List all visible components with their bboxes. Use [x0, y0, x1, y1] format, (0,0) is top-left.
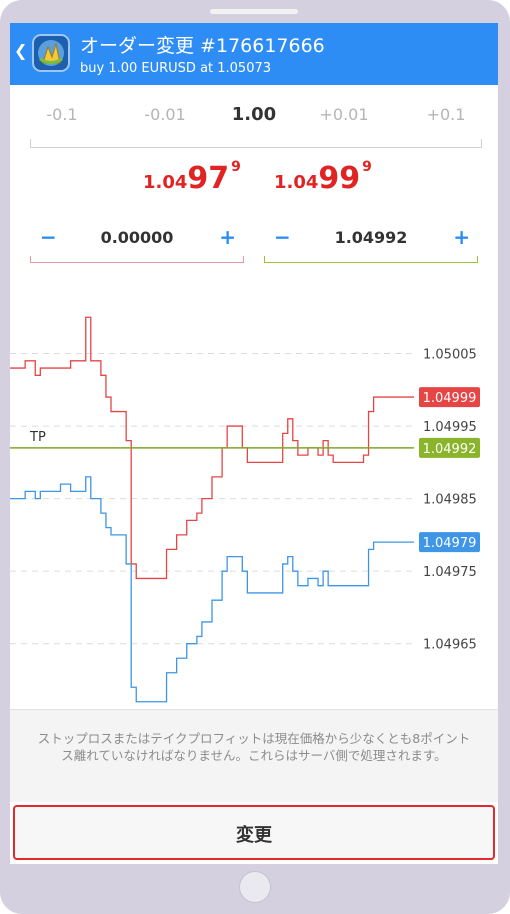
order-subtitle: buy 1.00 EURUSD at 1.05073 — [80, 61, 272, 76]
notice-text: ストップロスまたはテイクプロフィットは現在価格から少なくとも8ポイントス離れてい… — [37, 731, 471, 763]
stop-loss-increase-button[interactable]: + — [219, 225, 236, 249]
ask-price: 1.0499 9 — [274, 159, 372, 196]
metatrader-logo-icon — [32, 34, 70, 72]
ask-price-prefix: 1.04 — [274, 172, 319, 193]
stop-loss-underline — [30, 256, 244, 263]
volume-step-plus-0-01[interactable]: +0.01 — [304, 105, 384, 124]
modify-button[interactable]: 変更 — [13, 805, 495, 860]
price-chart[interactable]: 1.05005 1.04995 1.04985 1.04975 1.04965 TP 1.0… — [10, 281, 498, 709]
take-profit-field: − 1.04992 + — [264, 223, 478, 263]
take-profit-decrease-button[interactable]: − — [274, 225, 291, 249]
bid-price-prefix: 1.04 — [143, 172, 188, 193]
y-tick-label: 1.04965 — [423, 638, 477, 653]
tp-line-label: TP — [29, 430, 46, 445]
y-tick-label: 1.05005 — [423, 348, 477, 363]
app-screen: ❮ オーダー変更 #176617666 buy 1.00 EURUSD at 1… — [10, 23, 498, 864]
y-tick-label: 1.04985 — [423, 493, 477, 508]
ask-price-pips: 99 — [318, 161, 361, 196]
price-tag-label: 1.04979 — [423, 536, 477, 551]
volume-step-minus-0-1[interactable]: -0.1 — [22, 105, 102, 124]
volume-step-plus-0-1[interactable]: +0.1 — [406, 105, 486, 124]
stop-loss-field: − 0.00000 + — [30, 223, 244, 263]
chevron-left-icon[interactable]: ❮ — [14, 41, 27, 60]
bid-price-fraction: 9 — [231, 159, 241, 175]
volume-value: 1.00 — [231, 104, 277, 125]
take-profit-underline — [264, 256, 478, 263]
bid-price-pips: 97 — [187, 161, 230, 196]
home-button[interactable] — [239, 871, 271, 903]
take-profit-increase-button[interactable]: + — [453, 225, 470, 249]
stop-loss-decrease-button[interactable]: − — [40, 225, 57, 249]
volume-step-minus-0-01[interactable]: -0.01 — [125, 105, 205, 124]
notice-panel: ストップロスまたはテイクプロフィットは現在価格から少なくとも8ポイントス離れてい… — [10, 709, 498, 802]
bid-price: 1.0497 9 — [143, 159, 241, 196]
y-tick-label: 1.04975 — [423, 565, 477, 580]
volume-stepper: -0.1 -0.01 1.00 +0.01 +0.1 — [10, 104, 498, 135]
volume-underline — [30, 139, 482, 148]
y-tick-label: 1.04995 — [423, 420, 477, 435]
modify-button-label: 変更 — [236, 825, 272, 846]
app-header: ❮ オーダー変更 #176617666 buy 1.00 EURUSD at 1… — [10, 23, 498, 85]
price-tag-label: 1.04999 — [423, 391, 477, 406]
page-title: オーダー変更 #176617666 — [80, 35, 325, 57]
ask-price-fraction: 9 — [362, 159, 372, 175]
stop-loss-input[interactable]: 0.00000 — [60, 228, 214, 247]
price-chart-svg: 1.05005 1.04995 1.04985 1.04975 1.04965 TP 1.0… — [10, 316, 480, 703]
price-tag-label: 1.04992 — [423, 442, 477, 457]
price-series-line-1 — [10, 476, 414, 703]
take-profit-input[interactable]: 1.04992 — [294, 228, 448, 247]
device-speaker — [210, 9, 298, 14]
device-frame: ❮ オーダー変更 #176617666 buy 1.00 EURUSD at 1… — [0, 0, 510, 914]
